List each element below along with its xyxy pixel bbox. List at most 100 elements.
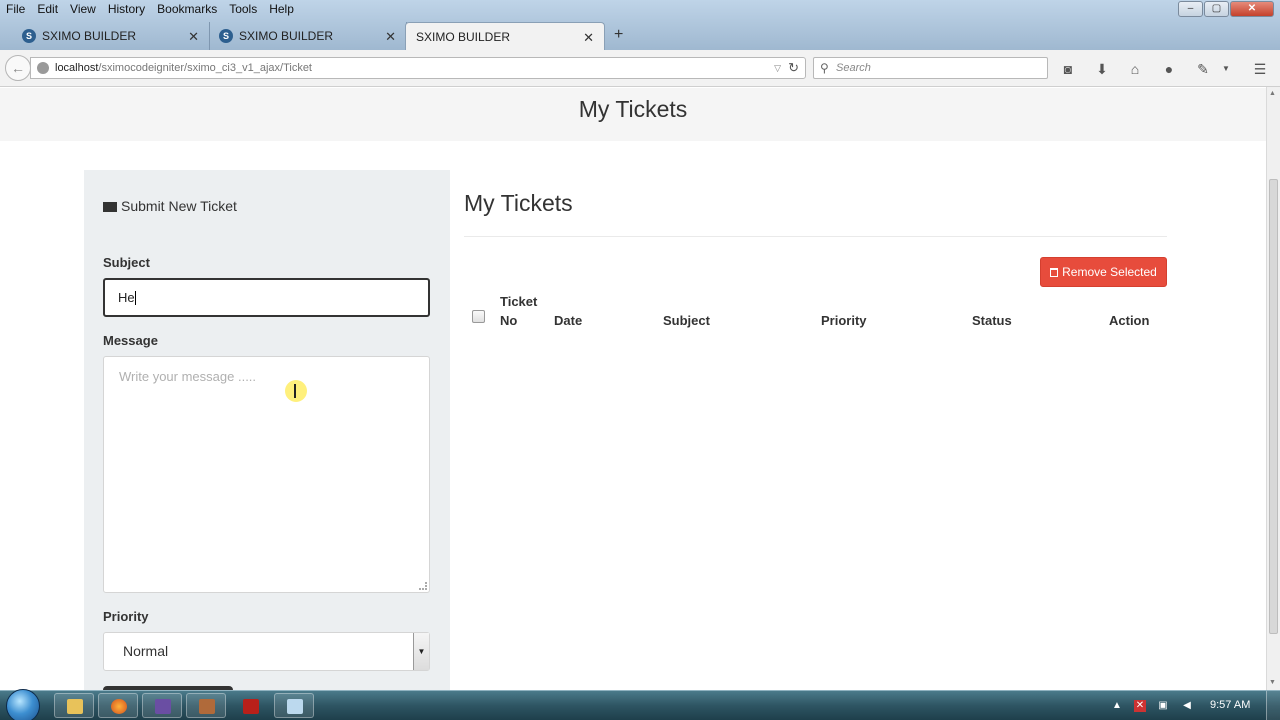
menu-view[interactable]: View — [64, 0, 102, 18]
select-all-checkbox[interactable] — [472, 310, 485, 323]
windows-taskbar: ▲ ✕ ▣ ◀ 9:57 AM — [0, 689, 1280, 720]
url-bar[interactable]: localhost/sximocodeigniter/sximo_ci3_v1_… — [30, 57, 806, 79]
navigation-bar: ← localhost/sximocodeigniter/sximo_ci3_v… — [0, 50, 1280, 87]
maximize-button[interactable]: ▢ — [1204, 1, 1229, 17]
filezilla-icon — [243, 699, 259, 714]
column-action: Action — [1109, 313, 1150, 328]
priority-select[interactable]: Normal ▼ — [103, 632, 430, 671]
menu-history[interactable]: History — [102, 0, 151, 18]
start-button[interactable] — [6, 689, 40, 720]
text-cursor-icon — [294, 384, 296, 398]
page-header: My Tickets — [0, 88, 1266, 141]
priority-value: Normal — [123, 643, 169, 659]
notepad-icon — [287, 699, 303, 714]
table-header-row: Ticket No Date Subject Priority Status A… — [464, 294, 1167, 330]
back-arrow-icon: ← — [11, 60, 25, 76]
divider — [464, 236, 1167, 237]
column-status[interactable]: Status — [972, 294, 1109, 330]
tab-title: SXIMO BUILDER — [239, 29, 334, 43]
taskbar-filezilla[interactable] — [230, 693, 270, 718]
close-window-button[interactable]: ✕ — [1230, 1, 1274, 17]
sximo-favicon-icon: S — [22, 29, 36, 43]
browser-chrome: File Edit View History Bookmarks Tools H… — [0, 0, 1280, 50]
network-icon[interactable]: ▣ — [1157, 700, 1169, 712]
taskbar-app-4[interactable] — [186, 693, 226, 718]
extension-dropdown-icon[interactable]: ▼ — [1218, 61, 1234, 77]
new-ticket-form: Submit New Ticket Subject He Message Wri… — [84, 170, 450, 690]
chevron-down-icon[interactable]: ▼ — [413, 633, 429, 670]
new-tab-button[interactable]: + — [614, 26, 623, 44]
column-priority[interactable]: Priority — [821, 294, 972, 330]
browser-tab-1[interactable]: S SXIMO BUILDER ✕ — [0, 22, 210, 50]
column-ticket-no-line1: Ticket — [500, 294, 538, 309]
taskbar-firefox[interactable] — [98, 693, 138, 718]
url-dropdown-icon[interactable]: ▽ — [774, 58, 781, 78]
url-host: localhost — [55, 62, 99, 74]
page-content: My Tickets Submit New Ticket Subject He … — [0, 88, 1266, 690]
text-caret — [134, 291, 136, 305]
close-tab-icon[interactable]: ✕ — [385, 29, 396, 45]
form-title-text: Submit New Ticket — [121, 198, 237, 214]
chat-icon[interactable]: ● — [1161, 61, 1177, 77]
scroll-up-arrow-icon[interactable]: ▲ — [1269, 90, 1276, 97]
column-ticket-no-line2: No — [500, 313, 518, 328]
browser-tab-2[interactable]: S SXIMO BUILDER ✕ — [197, 22, 407, 50]
show-desktop-button[interactable] — [1266, 691, 1280, 720]
form-title: Submit New Ticket — [103, 198, 237, 214]
menu-help[interactable]: Help — [263, 0, 300, 18]
menu-bar: File Edit View History Bookmarks Tools H… — [0, 0, 300, 18]
column-subject[interactable]: Subject — [663, 294, 821, 330]
vertical-scrollbar[interactable]: ▲ ▼ — [1266, 87, 1280, 690]
visual-studio-icon — [155, 699, 171, 714]
message-placeholder: Write your message ..... — [119, 369, 257, 384]
search-bar[interactable]: ⚲ Search — [813, 57, 1048, 79]
menu-icon[interactable]: ☰ — [1252, 61, 1268, 77]
envelope-icon — [103, 202, 117, 212]
page-title: My Tickets — [578, 96, 688, 122]
scrollbar-thumb[interactable] — [1269, 179, 1278, 634]
menu-tools[interactable]: Tools — [223, 0, 263, 18]
browser-tab-3[interactable]: SXIMO BUILDER ✕ — [405, 22, 605, 50]
remove-selected-button[interactable]: Remove Selected — [1040, 257, 1167, 287]
window-controls: – ▢ ✕ — [1178, 1, 1274, 17]
minimize-button[interactable]: – — [1178, 1, 1203, 17]
folder-icon — [67, 699, 83, 714]
ticket-list-title: My Tickets — [464, 190, 573, 216]
app-icon — [199, 699, 215, 714]
volume-icon[interactable]: ◀ — [1181, 700, 1193, 712]
subject-input[interactable]: He — [103, 278, 430, 317]
taskbar-visual-studio[interactable] — [142, 693, 182, 718]
back-button[interactable]: ← — [5, 55, 31, 81]
pocket-icon[interactable]: ◙ — [1060, 61, 1076, 77]
subject-label: Subject — [103, 255, 150, 270]
column-date[interactable]: Date — [554, 294, 663, 330]
show-hidden-icons-icon[interactable]: ▲ — [1111, 700, 1123, 712]
sximo-favicon-icon: S — [219, 29, 233, 43]
search-icon: ⚲ — [820, 61, 829, 75]
taskbar-clock[interactable]: 9:57 AM — [1210, 699, 1250, 711]
taskbar-explorer[interactable] — [54, 693, 94, 718]
extension-icon[interactable]: ✎ — [1195, 61, 1211, 77]
home-icon[interactable]: ⌂ — [1127, 61, 1143, 77]
menu-edit[interactable]: Edit — [31, 0, 64, 18]
globe-icon — [37, 62, 49, 74]
close-tab-icon[interactable]: ✕ — [583, 30, 594, 46]
tab-title: SXIMO BUILDER — [42, 29, 137, 43]
network-error-icon[interactable]: ✕ — [1134, 700, 1146, 712]
tab-title: SXIMO BUILDER — [416, 29, 511, 44]
scroll-down-arrow-icon[interactable]: ▼ — [1269, 679, 1276, 686]
column-ticket-no[interactable]: Ticket No — [500, 294, 554, 330]
subject-value: He — [118, 290, 135, 305]
menu-bookmarks[interactable]: Bookmarks — [151, 0, 223, 18]
remove-selected-label: Remove Selected — [1062, 265, 1157, 279]
reload-icon[interactable]: ↻ — [788, 58, 799, 78]
url-path: /sximocodeigniter/sximo_ci3_v1_ajax/Tick… — [98, 62, 312, 74]
message-textarea[interactable]: Write your message ..... — [103, 356, 430, 593]
priority-label: Priority — [103, 609, 149, 624]
download-icon[interactable]: ⬇ — [1094, 61, 1110, 77]
taskbar-notepad[interactable] — [274, 693, 314, 718]
select-all-cell — [464, 294, 500, 330]
menu-file[interactable]: File — [0, 0, 31, 18]
resize-handle-icon[interactable] — [419, 582, 427, 590]
search-placeholder: Search — [836, 62, 871, 74]
